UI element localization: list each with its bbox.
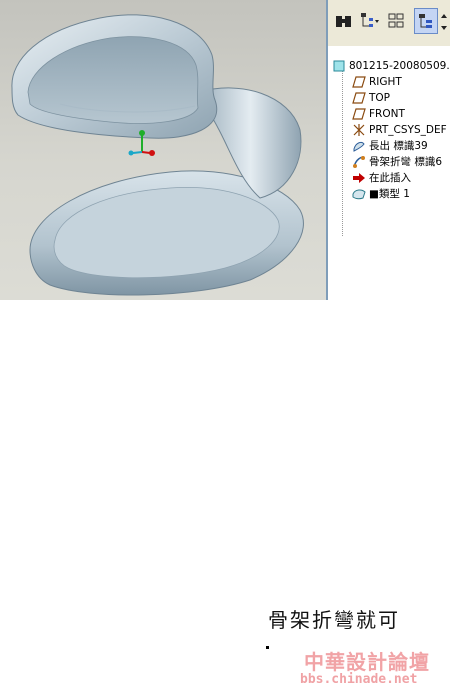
tree-item-body[interactable]: ■類型 1 [352, 186, 410, 201]
model-3d-render [11, 14, 304, 296]
caption-area: 骨架折彎就可 中華設計論壇 bbs.chinade.net [0, 300, 450, 687]
tree-item-label: RIGHT [369, 75, 402, 88]
part-icon [332, 59, 346, 73]
datum-plane-icon [352, 75, 366, 89]
caption-dot [266, 646, 269, 649]
tree-item-label: ■類型 1 [369, 188, 410, 200]
datum-plane-icon [352, 91, 366, 105]
tree-item-csys[interactable]: PRT_CSYS_DEF [352, 122, 447, 137]
coordinate-system-icon [352, 123, 366, 137]
tree-columns-icon[interactable] [384, 8, 408, 34]
watermark-url: bbs.chinade.net [300, 672, 418, 687]
tree-item-label: 骨架折彎 標識6 [369, 156, 443, 168]
solid-body-icon [352, 187, 366, 201]
show-tree-icon[interactable] [332, 8, 356, 34]
bend-feature-icon [352, 155, 366, 169]
tree-item-bend[interactable]: 骨架折彎 標識6 [352, 154, 442, 169]
tree-item-label: TOP [369, 91, 391, 104]
extrude-feature-icon [352, 139, 366, 153]
tree-item-label: PRT_CSYS_DEF [369, 123, 447, 136]
toolbar-overflow-icon[interactable] [440, 12, 448, 32]
model-tree-toolbar [326, 0, 450, 46]
model-viewport[interactable] [0, 0, 326, 300]
watermark-title: 中華設計論壇 [304, 650, 430, 674]
tree-item-right[interactable]: RIGHT [352, 74, 402, 89]
tree-item-front[interactable]: FRONT [352, 106, 405, 121]
caption-text: 骨架折彎就可 [268, 608, 400, 632]
tree-item-top[interactable]: TOP [352, 90, 390, 105]
model-tree: 801215-20080509.PRT RIGHT TOP FRONT PRT_… [326, 46, 450, 300]
datum-plane-icon [352, 107, 366, 121]
tree-filter-icon[interactable] [358, 8, 382, 34]
tree-item-label: FRONT [369, 107, 405, 120]
tree-root-label: 801215-20080509.PRT [349, 59, 450, 72]
tree-item-label: 長出 標識39 [369, 140, 428, 152]
tree-item-label: 在此插入 [369, 172, 411, 184]
tree-root-part[interactable]: 801215-20080509.PRT [332, 58, 450, 73]
tree-item-insert-here[interactable]: 在此插入 [352, 170, 411, 185]
insert-arrow-icon [352, 171, 366, 185]
layer-tree-icon[interactable] [414, 8, 438, 34]
tree-item-extrude[interactable]: 長出 標識39 [352, 138, 428, 153]
